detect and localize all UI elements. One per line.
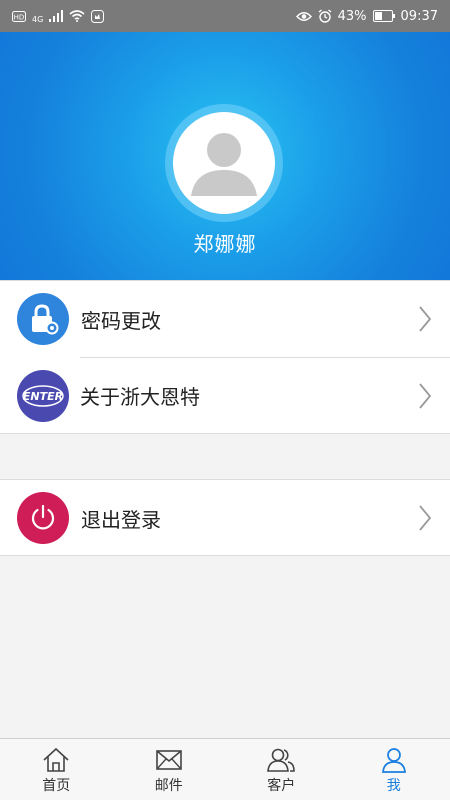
customers-icon bbox=[267, 748, 296, 772]
person-placeholder-icon bbox=[191, 133, 257, 196]
tab-mail[interactable]: 邮件 bbox=[113, 739, 226, 800]
svg-text:HD: HD bbox=[14, 13, 25, 21]
chevron-right-icon bbox=[419, 383, 432, 409]
tab-home-label: 首页 bbox=[42, 778, 71, 794]
change-password-item[interactable]: 密码更改 bbox=[0, 281, 450, 357]
enter-logo-icon: ENTER bbox=[17, 369, 69, 422]
profile-header: 郑娜娜 bbox=[0, 32, 450, 280]
logout-menu: 退出登录 bbox=[0, 479, 450, 556]
tab-me-label: 我 bbox=[386, 778, 401, 794]
about-label: 关于浙大恩特 bbox=[80, 385, 200, 409]
wifi-icon bbox=[69, 10, 85, 22]
about-item[interactable]: ENTER 关于浙大恩特 bbox=[17, 357, 450, 433]
battery-percent: 43% bbox=[337, 8, 367, 24]
tab-mail-label: 邮件 bbox=[154, 778, 183, 794]
status-right: 43% 09:37 bbox=[295, 8, 438, 24]
change-password-label: 密码更改 bbox=[81, 308, 161, 333]
tab-home[interactable]: 首页 bbox=[0, 739, 113, 800]
user-name: 郑娜娜 bbox=[193, 232, 257, 256]
network-type: 4G bbox=[32, 14, 44, 24]
mail-icon bbox=[155, 750, 182, 770]
hd-icon: HD bbox=[12, 10, 26, 22]
eye-icon bbox=[295, 11, 312, 22]
alarm-icon bbox=[318, 9, 332, 23]
settings-menu: 密码更改 ENTER 关于浙大恩特 bbox=[0, 280, 450, 434]
notification-icon bbox=[91, 9, 105, 23]
tab-customers[interactable]: 客户 bbox=[225, 739, 338, 800]
status-left: HD 4G bbox=[12, 9, 105, 24]
home-icon bbox=[43, 747, 69, 772]
chevron-right-icon bbox=[419, 306, 432, 332]
signal-icon bbox=[49, 10, 64, 22]
clock-time: 09:37 bbox=[400, 8, 438, 24]
svg-text:ENTER: ENTER bbox=[23, 390, 63, 403]
tab-me[interactable]: 我 bbox=[338, 739, 450, 800]
avatar-ring bbox=[165, 104, 283, 222]
logout-label: 退出登录 bbox=[81, 507, 161, 532]
tab-customers-label: 客户 bbox=[267, 778, 296, 794]
avatar[interactable] bbox=[173, 112, 275, 214]
logout-item[interactable]: 退出登录 bbox=[0, 480, 450, 556]
battery-icon bbox=[372, 10, 395, 22]
chevron-right-icon bbox=[419, 505, 432, 531]
bottom-tab-bar: 首页 邮件 客户 我 bbox=[0, 738, 450, 800]
lock-gear-icon bbox=[17, 293, 69, 345]
power-icon bbox=[17, 492, 69, 544]
status-bar: HD 4G 43% 09:37 bbox=[0, 0, 450, 32]
person-icon bbox=[381, 748, 406, 773]
